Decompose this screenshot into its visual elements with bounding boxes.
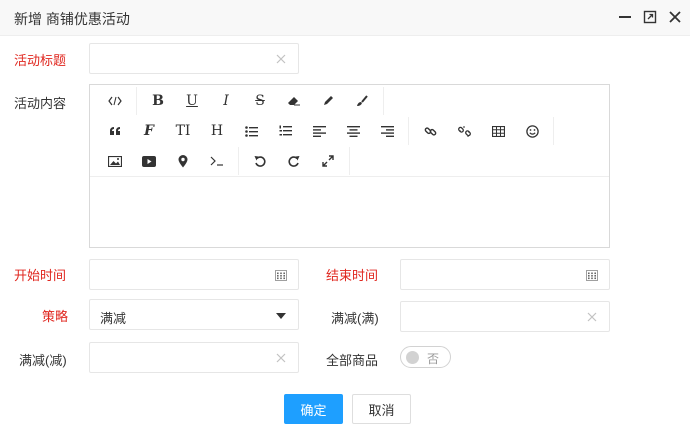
toggle-knob	[406, 351, 419, 364]
strategy-select[interactable]: 满减	[89, 299, 299, 330]
rich-text-editor: B U I S F TI H	[89, 84, 610, 248]
end-time-label: 结束时间	[326, 268, 379, 283]
calendar-icon[interactable]	[274, 268, 288, 282]
activity-title-label: 活动标题	[14, 53, 67, 68]
toolbar-separator	[553, 117, 554, 145]
maximize-icon[interactable]	[642, 9, 658, 25]
unlink-icon[interactable]	[447, 117, 481, 145]
clear-icon[interactable]	[274, 52, 288, 66]
toggle-text: 否	[427, 352, 440, 366]
full-threshold-input[interactable]	[400, 301, 610, 332]
eraser-icon[interactable]	[277, 87, 311, 115]
toolbar-separator	[349, 147, 350, 175]
link-icon[interactable]	[413, 117, 447, 145]
undo-icon[interactable]	[243, 147, 277, 175]
toolbar-separator	[408, 117, 409, 145]
unordered-list-icon[interactable]	[234, 117, 268, 145]
minimize-icon[interactable]	[617, 9, 633, 25]
end-time-input[interactable]	[400, 259, 610, 290]
calendar-icon[interactable]	[585, 268, 599, 282]
video-icon[interactable]	[132, 147, 166, 175]
confirm-button[interactable]: 确定	[284, 394, 343, 424]
start-time-label: 开始时间	[14, 268, 67, 283]
italic-icon[interactable]: I	[209, 87, 243, 115]
close-icon[interactable]	[667, 9, 683, 25]
code-icon[interactable]	[98, 87, 132, 115]
full-discount-label: 满减(减)	[19, 353, 67, 368]
quote-icon[interactable]	[98, 117, 132, 145]
location-icon[interactable]	[166, 147, 200, 175]
activity-title-input[interactable]	[89, 43, 299, 74]
toolbar-separator	[238, 147, 239, 175]
redo-icon[interactable]	[277, 147, 311, 175]
heading-icon[interactable]: H	[200, 117, 234, 145]
terminal-icon[interactable]	[200, 147, 234, 175]
emoji-icon[interactable]	[515, 117, 549, 145]
editor-toolbar: B U I S F TI H	[90, 85, 609, 177]
table-icon[interactable]	[481, 117, 515, 145]
caret-down-icon	[276, 313, 286, 319]
all-goods-label: 全部商品	[326, 353, 379, 368]
clear-icon[interactable]	[585, 310, 599, 324]
clear-icon[interactable]	[274, 351, 288, 365]
align-left-icon[interactable]	[302, 117, 336, 145]
full-discount-input[interactable]	[89, 342, 299, 373]
strikethrough-icon[interactable]: S	[243, 87, 277, 115]
window-titlebar: 新增 商铺优惠活动	[0, 0, 690, 36]
pencil-icon[interactable]	[311, 87, 345, 115]
activity-content-label: 活动内容	[14, 96, 67, 111]
strategy-label: 策略	[42, 309, 69, 324]
brush-icon[interactable]	[345, 87, 379, 115]
align-center-icon[interactable]	[336, 117, 370, 145]
strategy-selected-value: 满减	[100, 311, 127, 326]
cancel-button[interactable]: 取消	[352, 394, 411, 424]
all-goods-toggle[interactable]: 否	[400, 346, 451, 368]
font-icon[interactable]: F	[132, 117, 166, 145]
text-size-icon[interactable]: TI	[166, 117, 200, 145]
window-title: 新增 商铺优惠活动	[14, 11, 130, 27]
fullscreen-icon[interactable]	[311, 147, 345, 175]
ordered-list-icon[interactable]	[268, 117, 302, 145]
full-threshold-label: 满减(满)	[331, 311, 379, 326]
underline-icon[interactable]: U	[175, 87, 209, 115]
editor-content-area[interactable]	[90, 178, 609, 247]
toolbar-separator	[136, 87, 137, 115]
toolbar-separator	[383, 87, 384, 115]
bold-icon[interactable]: B	[141, 87, 175, 115]
start-time-input[interactable]	[89, 259, 299, 290]
align-right-icon[interactable]	[370, 117, 404, 145]
image-icon[interactable]	[98, 147, 132, 175]
